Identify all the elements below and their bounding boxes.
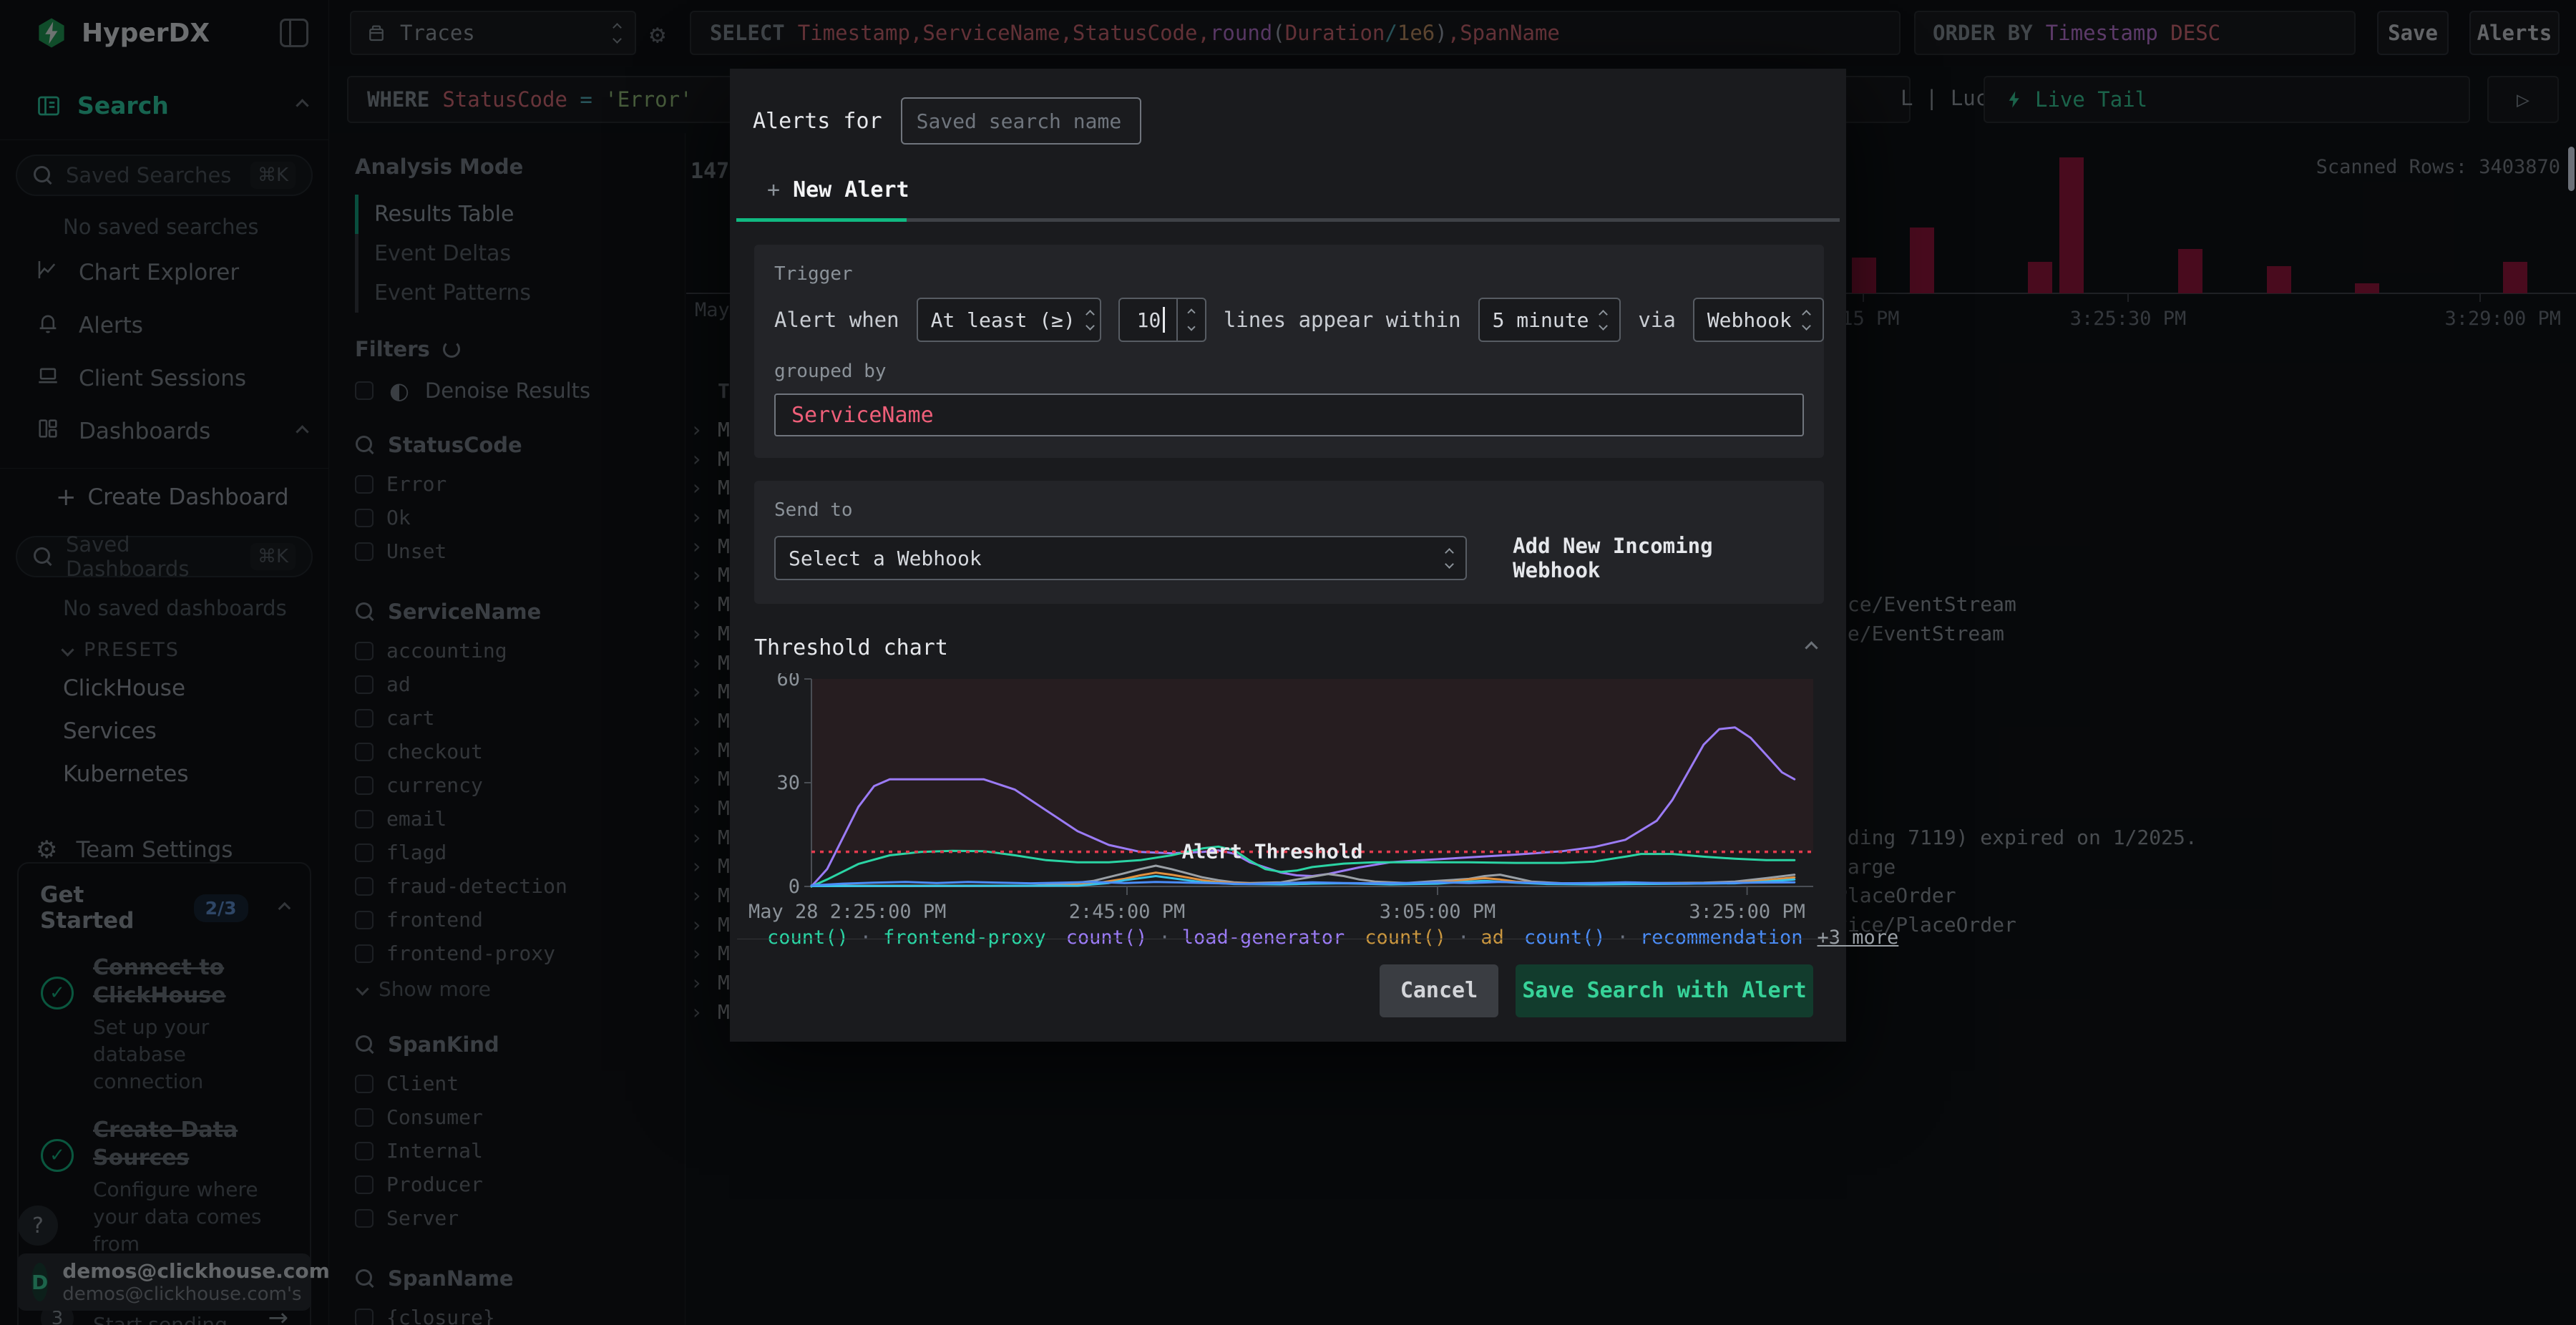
channel-select[interactable]: Webhook (1692, 298, 1824, 342)
tab-new-alert[interactable]: + New Alert (767, 177, 909, 218)
svg-text:2:45:00 PM: 2:45:00 PM (1069, 901, 1186, 923)
svg-text:60: 60 (776, 673, 800, 690)
threshold-input[interactable]: 10 (1118, 298, 1206, 342)
group-by-input[interactable]: ServiceName (774, 393, 1804, 436)
saved-search-name-input[interactable] (900, 97, 1141, 145)
window-select[interactable]: 5 minute (1478, 298, 1621, 342)
active-tab-indicator (736, 218, 907, 222)
webhook-select[interactable]: Select a Webhook (774, 536, 1468, 580)
select-chevrons-icon (1801, 309, 1811, 331)
select-chevrons-icon (1599, 309, 1609, 331)
threshold-chart-title: Threshold chart (754, 635, 948, 660)
svg-text:Alert Threshold: Alert Threshold (1182, 840, 1363, 864)
threshold-chart: 0 30 60 May 28 2:25:00 PM 2:45:00 PM 3:05:00 … (748, 673, 1813, 923)
save-search-with-alert-button[interactable]: Save Search with Alert (1516, 964, 1813, 1017)
svg-text:3:25:00 PM: 3:25:00 PM (1689, 901, 1805, 923)
plus-icon: + (767, 177, 781, 202)
select-chevrons-icon (1085, 309, 1095, 331)
alert-when-label: Alert when (774, 308, 899, 332)
alert-modal: Alerts for + New Alert Trigger Alert whe… (730, 69, 1898, 1042)
via-label: via (1638, 308, 1676, 332)
svg-text:May 28 2:25:00 PM: May 28 2:25:00 PM (748, 901, 946, 923)
scrollbar[interactable] (2568, 147, 2575, 191)
add-webhook-button[interactable]: Add New Incoming Webhook (1513, 534, 1804, 582)
number-stepper[interactable] (1176, 299, 1205, 341)
svg-text:3:05:00 PM: 3:05:00 PM (1380, 901, 1496, 923)
cancel-button[interactable]: Cancel (1380, 964, 1498, 1017)
send-to-label: Send to (774, 499, 853, 521)
trigger-card: Trigger Alert when At least (≥) 10 lines… (754, 245, 1824, 458)
svg-text:30: 30 (776, 772, 800, 794)
trigger-label: Trigger (774, 263, 853, 285)
modal-title: Alerts for (753, 108, 882, 134)
grouped-by-label: grouped by (774, 361, 887, 382)
comparator-select[interactable]: At least (≥) (916, 298, 1101, 342)
svg-text:0: 0 (789, 876, 800, 898)
send-to-card: Send to Select a Webhook Add New Incomin… (754, 481, 1824, 604)
text-caret (1163, 307, 1165, 333)
lines-label: lines appear within (1223, 308, 1461, 332)
collapse-chart-icon[interactable] (1805, 641, 1818, 655)
select-chevrons-icon (1445, 547, 1455, 569)
